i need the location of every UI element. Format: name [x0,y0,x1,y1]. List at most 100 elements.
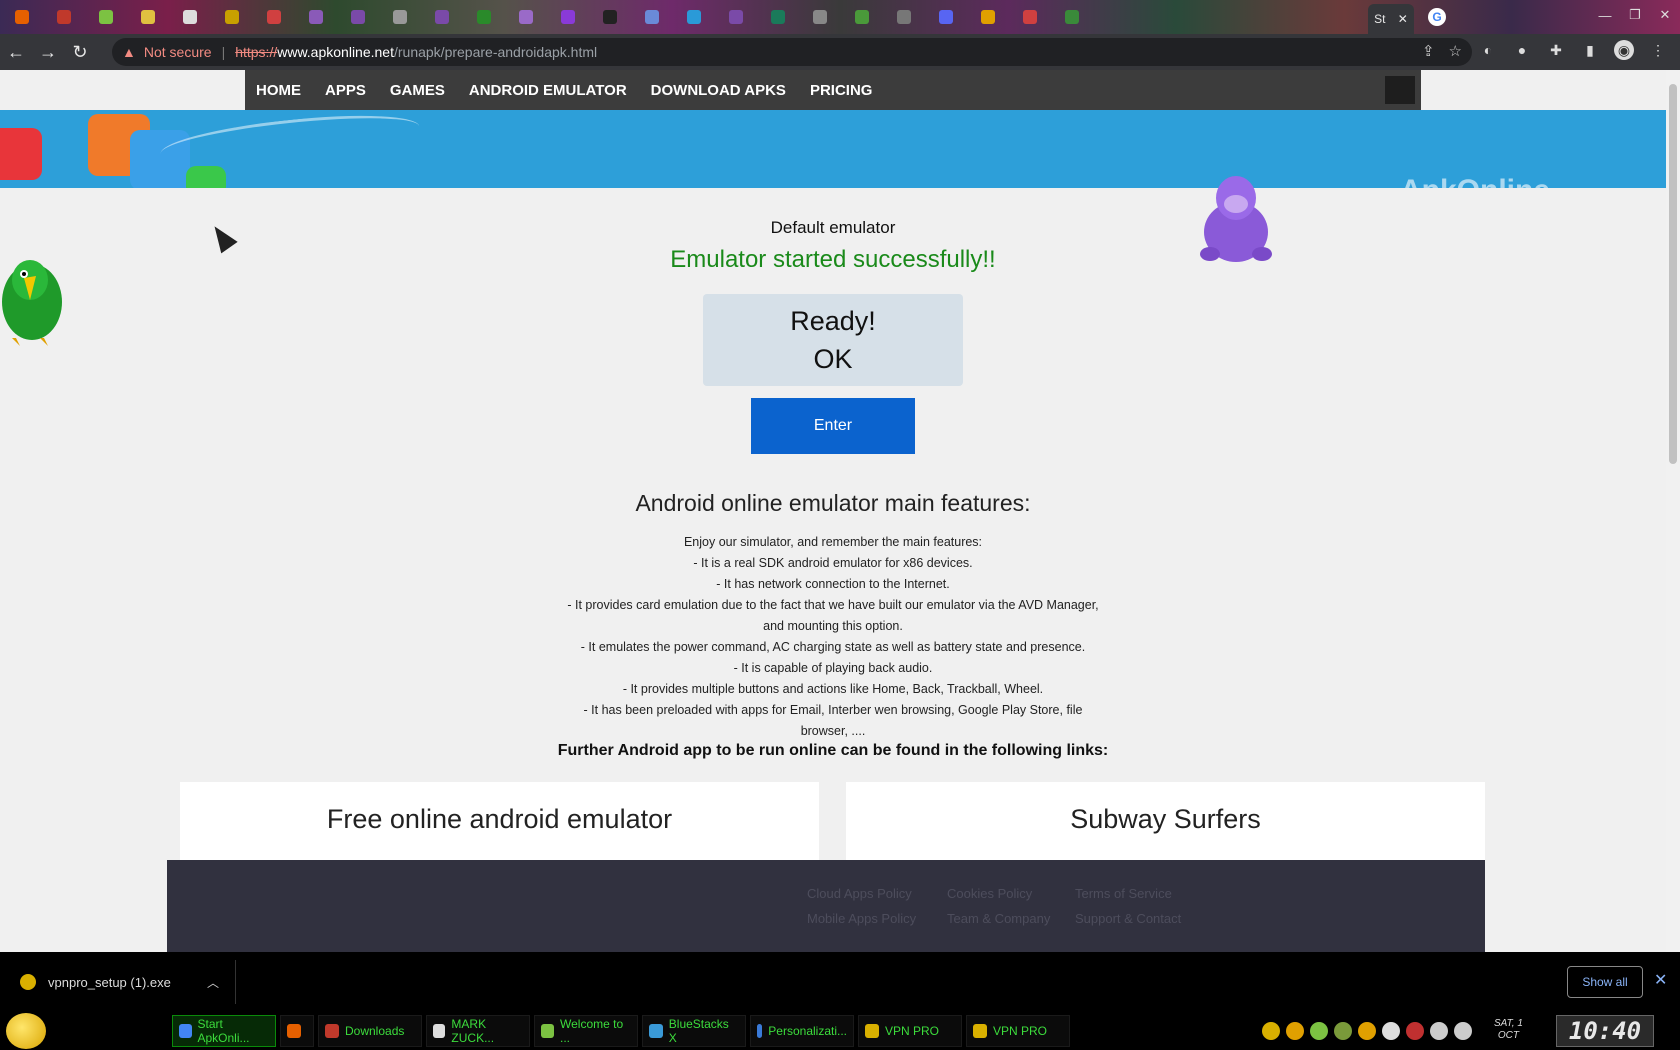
tray-app-icon[interactable] [1382,1022,1400,1040]
nav-android-emulator[interactable]: ANDROID EMULATOR [469,82,627,99]
tray-network-icon[interactable] [1430,1022,1448,1040]
browser-tab[interactable] [296,4,336,30]
r-icon [1023,10,1037,24]
browser-tab[interactable] [842,4,882,30]
download-item[interactable]: vpnpro_setup (1).exe ︿ [0,960,236,1004]
browser-tab[interactable] [548,4,588,30]
tray-flag-icon[interactable] [1406,1022,1424,1040]
browser-tab[interactable] [1010,4,1050,30]
browser-tab[interactable] [380,4,420,30]
show-all-button[interactable]: Show all [1567,966,1643,998]
puzzle-extensions-icon[interactable]: ✚ [1546,40,1566,60]
footer-link-support-contact[interactable]: Support & Contact [1075,911,1205,926]
browser-tab[interactable] [2,4,42,30]
green-tile-icon [186,166,226,188]
google-tab-icon[interactable]: G [1428,8,1446,26]
browser-tab[interactable] [212,4,252,30]
browser-tab[interactable] [86,4,126,30]
scrollbar-thumb[interactable] [1669,84,1677,464]
reload-icon[interactable]: ↻ [64,36,96,68]
tray-app-icon[interactable] [1334,1022,1352,1040]
taskbar: Start ApkOnli... Downloads MARK ZUCK... Wel… [0,1012,1680,1050]
browser-tab[interactable] [254,4,294,30]
browser-tab[interactable] [338,4,378,30]
discord-icon [939,10,953,24]
start-button[interactable] [6,1013,46,1049]
taskbar-task[interactable]: Downloads [318,1015,422,1047]
ready-status-box: Ready! OK [703,294,963,386]
page-scrollbar[interactable] [1666,70,1680,952]
footer-link-terms-of-service[interactable]: Terms of Service [1075,886,1205,901]
browser-tab[interactable] [170,4,210,30]
taskbar-task[interactable]: Personalizati... [750,1015,854,1047]
browser-tab[interactable] [674,4,714,30]
card-subway-surfers[interactable]: Subway Surfers [846,782,1485,872]
nav-games[interactable]: GAMES [390,82,445,99]
close-downloads-icon[interactable]: ✕ [1654,970,1667,990]
taskbar-clock[interactable]: 10:40 [1556,1015,1654,1047]
browser-tab[interactable] [632,4,672,30]
menu-dots-icon[interactable]: ⋮ [1648,40,1668,60]
taskbar-task[interactable]: VPN PRO [858,1015,962,1047]
chevron-up-icon[interactable]: ︿ [207,974,219,991]
footer-link-cookies-policy[interactable]: Cookies Policy [947,886,1075,901]
three-icon [603,10,617,24]
forward-icon[interactable]: → [32,36,64,68]
side-panel-icon[interactable]: ▮ [1580,40,1600,60]
tray-volume-icon[interactable] [1454,1022,1472,1040]
omnibox-actions: ⇪ ☆ [1422,42,1462,60]
nav-apps[interactable]: APPS [325,82,366,99]
tab-active[interactable]: St ✕ [1368,4,1414,34]
browser-tab[interactable] [506,4,546,30]
taskbar-task[interactable]: BlueStacks X [642,1015,746,1047]
footer-link-mobile-apps-policy[interactable]: Mobile Apps Policy [807,911,947,926]
feature-line: - It has network connection to the Inter… [716,577,950,591]
not-secure-label[interactable]: Not secure [144,44,212,60]
browser-tab[interactable] [590,4,630,30]
browser-tab[interactable] [464,4,504,30]
profile-avatar-icon[interactable]: ◉ [1614,40,1634,60]
browser-tab[interactable] [1052,4,1092,30]
browser-tab[interactable] [968,4,1008,30]
nav-search-box[interactable] [1385,76,1415,104]
share-icon[interactable]: ⇪ [1422,42,1435,60]
address-bar[interactable]: ▲ Not secure | https:// www.apkonline.ne… [112,38,1472,66]
footer-link-team-company[interactable]: Team & Company [947,911,1075,926]
taskbar-task[interactable]: Start ApkOnli... [172,1015,276,1047]
puzzle-icon [57,10,71,24]
browser-tab[interactable] [128,4,168,30]
maximize-icon[interactable]: ❐ [1620,0,1650,30]
card-free-online-android-emulator[interactable]: Free online android emulator [180,782,819,872]
tray-search-icon[interactable] [1358,1022,1376,1040]
browser-tab[interactable] [422,4,462,30]
fire-extension-icon[interactable]: ● [1512,40,1532,60]
back-icon[interactable]: ← [0,36,32,68]
browser-tab[interactable] [926,4,966,30]
browser-tab[interactable] [716,4,756,30]
taskbar-task[interactable]: VPN PRO [966,1015,1070,1047]
bookmark-star-icon[interactable]: ☆ [1449,42,1462,60]
taskbar-task[interactable]: Welcome to ... [534,1015,638,1047]
tray-emoji-icon[interactable] [1286,1022,1304,1040]
tray-emoji-icon[interactable] [1262,1022,1280,1040]
taskbar-task[interactable] [280,1015,314,1047]
firefox-icon [15,10,29,24]
nav-download-apks[interactable]: DOWNLOAD APKS [651,82,786,99]
footer-link-cloud-apps-policy[interactable]: Cloud Apps Policy [807,886,947,901]
enter-button[interactable]: Enter [751,398,915,454]
mouse-cursor [206,220,238,254]
nav-pricing[interactable]: PRICING [810,82,873,99]
tray-bird-icon[interactable] [1310,1022,1328,1040]
browser-tab[interactable] [884,4,924,30]
browser-tab[interactable] [800,4,840,30]
purple-tab-icon [351,10,365,24]
extension-icon[interactable]: ◐ [1478,40,1498,60]
browser-tab-strip: St ✕ G — ❐ ✕ [0,0,1680,34]
browser-tab[interactable] [44,4,84,30]
browser-tab[interactable] [758,4,798,30]
minimize-icon[interactable]: — [1590,0,1620,30]
close-window-icon[interactable]: ✕ [1650,0,1680,30]
taskbar-task[interactable]: MARK ZUCK... [426,1015,530,1047]
close-tab-icon[interactable]: ✕ [1398,12,1408,26]
nav-home[interactable]: HOME [256,82,301,99]
